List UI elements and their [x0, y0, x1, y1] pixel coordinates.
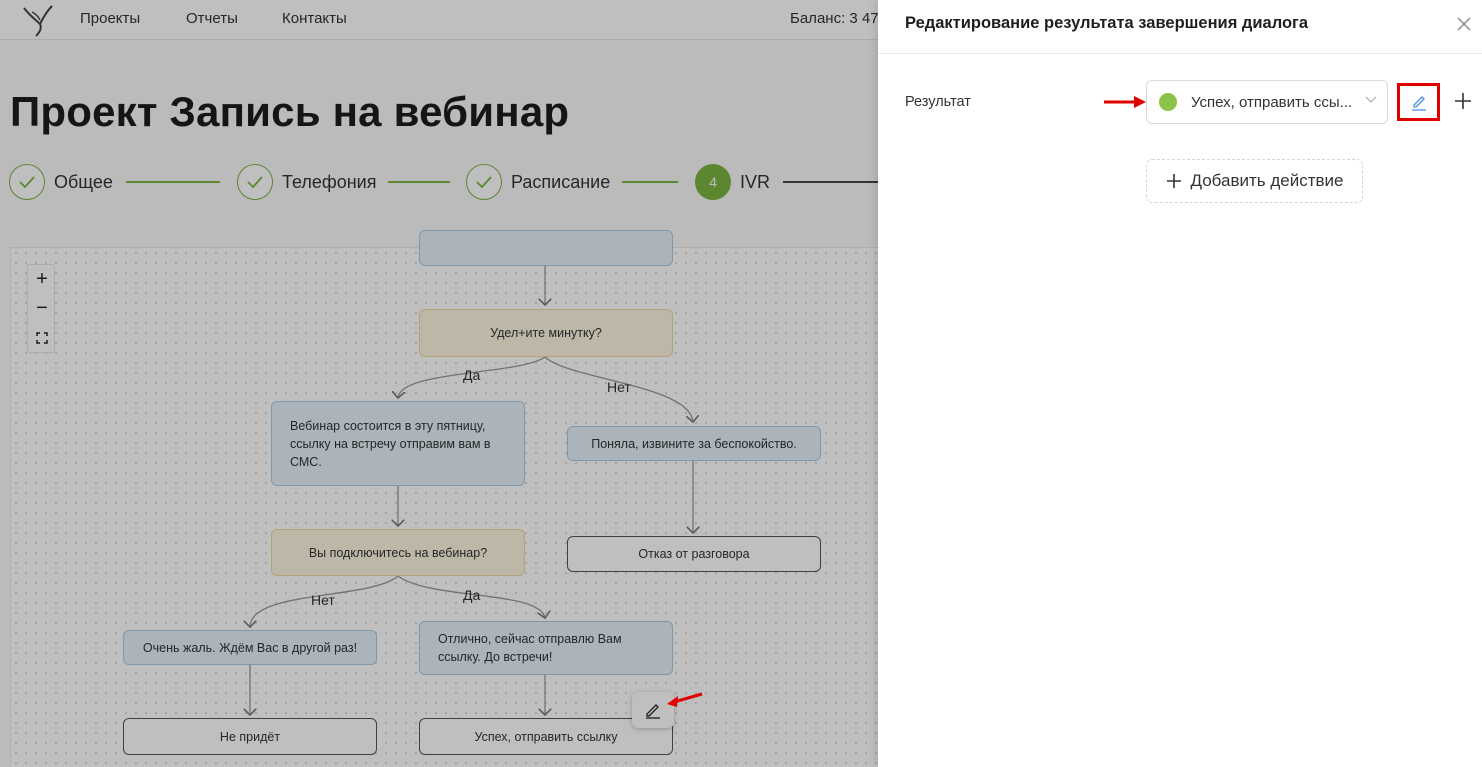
add-result-button[interactable] [1451, 88, 1475, 116]
annotation-arrow-icon [1104, 96, 1146, 108]
plus-icon [1455, 93, 1471, 109]
annotation-arrow-icon [667, 692, 703, 707]
modal-overlay[interactable] [0, 0, 878, 767]
result-label: Результат [905, 94, 971, 110]
chevron-down-icon [1365, 96, 1377, 103]
close-icon [1457, 17, 1471, 31]
drawer-header: Редактирование результата завершения диа… [878, 0, 1482, 54]
close-button[interactable] [1452, 12, 1476, 36]
result-color-dot [1159, 93, 1177, 111]
result-select[interactable]: Успех, отправить ссы... [1146, 80, 1388, 124]
edit-result-drawer: Редактирование результата завершения диа… [878, 0, 1482, 767]
edit-result-button[interactable] [1397, 83, 1440, 121]
add-action-label: Добавить действие [1190, 171, 1344, 190]
add-action-button[interactable]: Добавить действие [1146, 159, 1363, 203]
result-select-value: Успех, отправить ссы... [1191, 93, 1353, 111]
pencil-icon [1411, 96, 1426, 111]
drawer-title: Редактирование результата завершения диа… [905, 14, 1309, 32]
plus-icon [1166, 174, 1181, 188]
